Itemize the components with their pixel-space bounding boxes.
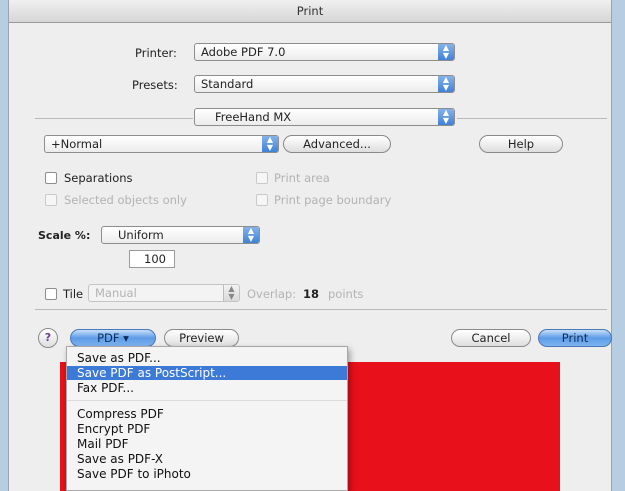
page-boundary-label: Print page boundary [274,193,392,207]
selected-objects-label: Selected objects only [64,193,187,207]
separations-checkbox[interactable] [45,172,57,184]
menu-item-encrypt-pdf[interactable]: Encrypt PDF [67,422,347,436]
updown-arrows-icon: ▲ ▼ [438,44,454,60]
selected-objects-checkbox[interactable] [45,194,57,206]
divider [35,118,193,119]
tile-checkbox[interactable] [45,288,57,300]
scale-value-field[interactable]: 100 [129,250,175,268]
updown-arrows-icon: ▲ ▼ [438,76,454,92]
updown-arrows-icon: ▲ ▼ [438,109,454,125]
menu-item-mail-pdf[interactable]: Mail PDF [67,437,347,451]
pdf-button[interactable]: PDF ▾ [70,329,156,347]
print-area-checkbox[interactable] [256,172,268,184]
presets-popup[interactable]: Standard ▲ ▼ [194,75,455,93]
tile-label: Tile [63,287,84,301]
scale-label: Scale %: [38,229,91,242]
printer-popup[interactable]: Adobe PDF 7.0 ▲ ▼ [194,43,455,61]
scale-mode-value: Uniform [118,228,164,242]
help-button[interactable]: Help [479,135,563,153]
menu-item-save-pdf-x[interactable]: Save as PDF-X [67,452,347,466]
menu-item-compress-pdf[interactable]: Compress PDF [67,407,347,421]
setup-value: +Normal [51,137,103,151]
printer-label: Printer: [135,46,177,60]
updown-arrows-icon: ▲ ▼ [223,285,239,301]
tile-mode-popup[interactable]: Manual ▲ ▼ [88,284,240,302]
updown-arrows-icon: ▲ ▼ [262,136,278,152]
window-title: Print [9,0,611,23]
setup-popup[interactable]: +Normal ▲ ▼ [44,135,279,153]
panel-popup[interactable]: FreeHand MX ▲ ▼ [194,108,455,126]
menu-item-save-as-pdf[interactable]: Save as PDF... [67,351,347,365]
divider [35,309,607,310]
overlap-units: points [328,287,364,301]
help-icon[interactable]: ? [38,328,58,348]
presets-label: Presets: [132,78,178,92]
overlap-value[interactable]: 18 [303,287,319,301]
divider [457,118,607,119]
page-boundary-checkbox[interactable] [256,194,268,206]
menu-item-fax-pdf[interactable]: Fax PDF... [67,381,347,395]
printer-value: Adobe PDF 7.0 [201,45,286,59]
menu-item-save-pdf-postscript[interactable]: Save PDF as PostScript... [67,366,347,380]
preview-button[interactable]: Preview [164,329,239,347]
separations-label: Separations [64,171,133,185]
pdf-menu: Save as PDF... Save PDF as PostScript...… [66,346,348,491]
panel-value: FreeHand MX [215,110,292,124]
tile-mode-value: Manual [95,286,137,300]
cancel-button[interactable]: Cancel [451,329,531,347]
presets-value: Standard [201,77,254,91]
print-area-label: Print area [274,171,330,185]
updown-arrows-icon: ▲ ▼ [243,227,259,243]
print-button[interactable]: Print [538,329,612,347]
menu-item-save-pdf-iphoto[interactable]: Save PDF to iPhoto [67,467,347,481]
advanced-button[interactable]: Advanced... [283,135,391,153]
menu-separator [67,400,347,401]
scale-mode-popup[interactable]: Uniform ▲ ▼ [101,226,260,244]
overlap-label: Overlap: [247,287,297,301]
